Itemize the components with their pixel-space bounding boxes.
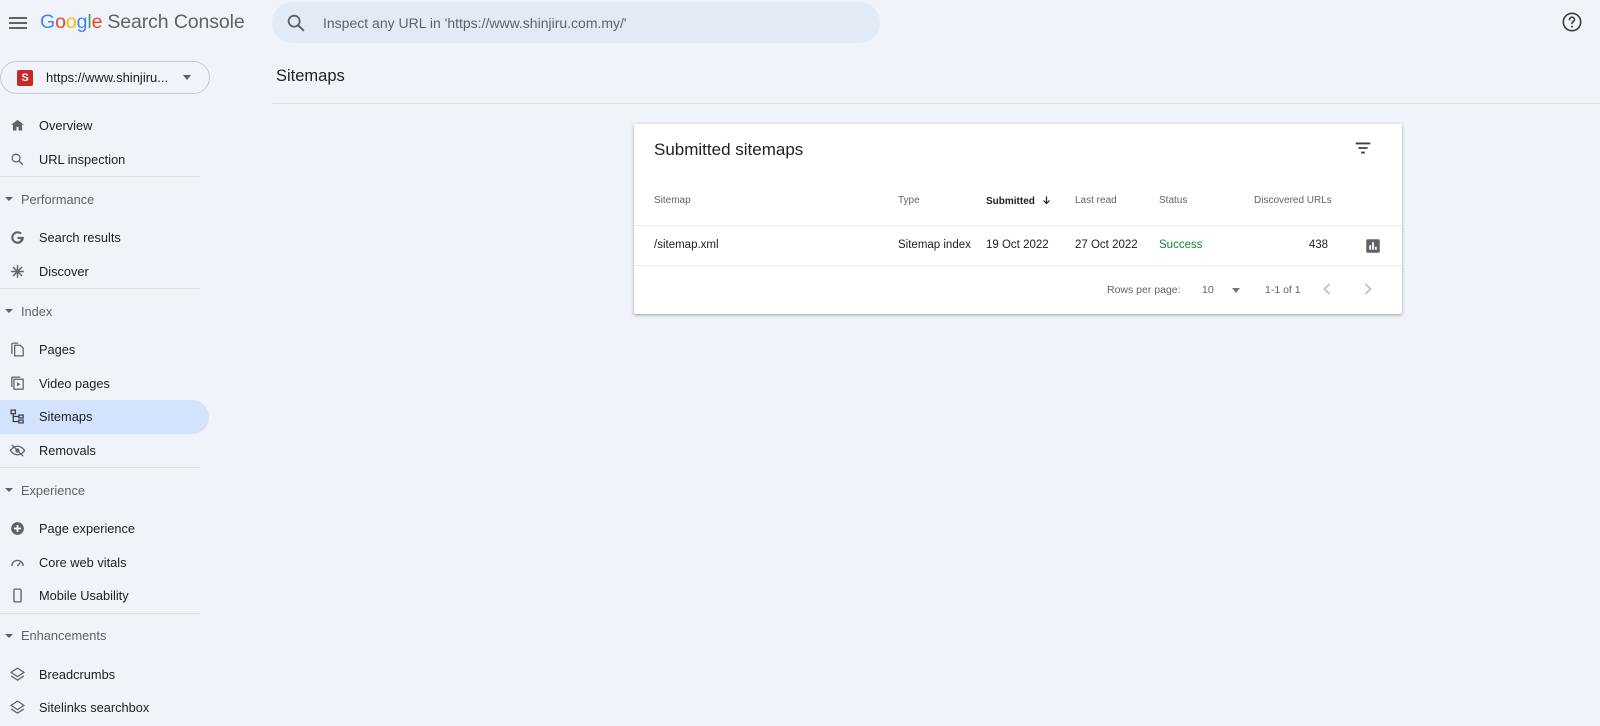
sidebar-item-label: Page experience [39, 521, 136, 537]
google-wordmark: Google [40, 11, 102, 33]
collapse-caret-icon [5, 633, 13, 638]
search-input[interactable] [323, 14, 863, 31]
sidebar-section-index[interactable]: Index [0, 289, 210, 333]
sidebar-section-enhancements[interactable]: Enhancements [0, 614, 210, 658]
bar-chart-report-icon[interactable] [1364, 237, 1382, 255]
help-circle-icon[interactable] [1561, 11, 1583, 33]
sidebar-item-video-pages[interactable]: Video pages [0, 367, 209, 401]
next-page-chevron-icon[interactable] [1356, 277, 1380, 301]
sidebar-item-core-web-vitals[interactable]: Core web vitals [0, 546, 209, 580]
collapse-caret-icon [5, 488, 13, 492]
sidebar-item-search-results[interactable]: Search results [0, 221, 209, 255]
sidebar-item-label: URL inspection [39, 151, 126, 167]
collapse-caret-icon [5, 197, 13, 201]
sidebar-item-sitelinks-searchbox[interactable]: Sitelinks searchbox [0, 691, 209, 725]
sidebar-item-label: Core web vitals [39, 554, 127, 570]
sidebar-item-label: Pages [39, 342, 76, 358]
column-header-last-read[interactable]: Last read [1075, 195, 1117, 206]
sidebar-item-removals[interactable]: Removals [0, 434, 209, 468]
sidebar-item-label: Discover [39, 263, 89, 279]
phone-icon [13, 588, 22, 603]
cell-type: Sitemap index [898, 239, 971, 251]
gauge-icon [11, 559, 24, 567]
property-favicon: S [17, 69, 33, 86]
sidebar-item-label: Search results [39, 230, 121, 246]
sidebar-section-experience[interactable]: Experience [0, 468, 210, 512]
cell-submitted: 19 Oct 2022 [986, 239, 1049, 251]
asterisk-icon [11, 264, 24, 278]
column-header-submitted-label: Submitted [986, 196, 1035, 207]
sidebar-item-page-experience[interactable]: Page experience [0, 512, 209, 546]
google-g-icon [11, 231, 24, 245]
pagination-range: 1-1 of 1 [1265, 284, 1301, 296]
hamburger-menu-icon[interactable] [6, 11, 30, 35]
sidebar-item-discover[interactable]: Discover [0, 255, 209, 289]
sidebar-item-url-inspection[interactable]: URL inspection [0, 143, 209, 177]
sidebar-item-label: Mobile Usability [39, 588, 129, 604]
dropdown-arrow-icon [1232, 288, 1240, 293]
title-divider [272, 103, 1600, 104]
logo-letter: G [40, 11, 56, 33]
sidebar-nav: Overview URL inspection Performance Search … [0, 109, 210, 725]
pages-copy-icon [11, 342, 24, 357]
sidebar-section-label: Experience [21, 482, 86, 498]
previous-page-chevron-icon[interactable] [1315, 277, 1339, 301]
sidebar-section-label: Enhancements [21, 628, 107, 643]
column-header-discovered-urls[interactable]: Discovered URLs [1254, 195, 1332, 206]
sidebar-item-mobile-usability[interactable]: Mobile Usability [0, 579, 209, 613]
sidebar-item-breadcrumbs[interactable]: Breadcrumbs [0, 658, 209, 692]
search-console-logo[interactable]: Google Search Console [40, 11, 245, 34]
table-row[interactable]: /sitemap.xml Sitemap index 19 Oct 2022 2… [634, 225, 1402, 266]
property-selector[interactable]: S https://www.shinjiru... [0, 61, 210, 94]
logo-letter: o [65, 11, 77, 33]
sidebar-item-label: Video pages [39, 375, 110, 391]
property-label: https://www.shinjiru... [46, 70, 169, 85]
eye-off-icon [9, 444, 26, 457]
layers-icon [9, 667, 26, 681]
video-pages-icon [11, 376, 24, 390]
sidebar-item-label: Sitelinks searchbox [39, 700, 150, 716]
rows-per-page-label: Rows per page: [1107, 284, 1181, 296]
rows-per-page-select[interactable]: 10 [1198, 278, 1254, 302]
logo-product-name: Search Console [107, 11, 245, 33]
filter-icon[interactable] [1352, 137, 1374, 159]
cell-status: Success [1159, 239, 1203, 251]
search-icon [11, 153, 24, 166]
rows-per-page-value: 10 [1202, 284, 1214, 296]
sidebar-section-label: Performance [21, 191, 95, 207]
card-title: Submitted sitemaps [654, 140, 804, 159]
url-inspection-search-bar[interactable] [272, 2, 880, 43]
submitted-sitemaps-card: Submitted sitemaps Sitemap Type Submitte… [634, 124, 1402, 314]
logo-letter: o [55, 11, 66, 33]
logo-letter: g [76, 11, 88, 33]
plus-circle-icon [11, 522, 24, 536]
sidebar-item-pages[interactable]: Pages [0, 333, 209, 367]
top-app-bar: Google Search Console [0, 0, 1600, 46]
logo-letter: e [91, 11, 103, 33]
sort-descending-arrow-icon [1042, 196, 1050, 205]
sidebar-item-sitemaps[interactable]: Sitemaps [0, 400, 209, 434]
column-header-type[interactable]: Type [898, 195, 920, 206]
home-icon [11, 120, 24, 131]
sidebar-section-label: Index [21, 303, 53, 319]
column-header-status[interactable]: Status [1159, 195, 1187, 206]
collapse-caret-icon [5, 309, 13, 313]
dropdown-arrow-icon [183, 75, 191, 80]
cell-sitemap: /sitemap.xml [654, 239, 719, 251]
page-title: Sitemaps [276, 67, 345, 85]
column-header-sitemap[interactable]: Sitemap [654, 195, 691, 206]
column-header-submitted[interactable]: Submitted [986, 195, 1052, 207]
layers-icon [9, 700, 26, 715]
table-pagination: Rows per page: 10 1-1 of 1 [634, 266, 1402, 314]
sidebar-item-label: Removals [39, 442, 96, 458]
cell-discovered-urls: 438 [1308, 239, 1328, 251]
sidebar-item-label: Breadcrumbs [39, 666, 116, 682]
search-icon[interactable] [285, 12, 307, 34]
sidebar-section-performance[interactable]: Performance [0, 177, 210, 221]
sidebar-item-label: Sitemaps [39, 409, 93, 425]
sidebar-item-label: Overview [39, 118, 93, 134]
sitemap-icon [10, 409, 24, 424]
sidebar-item-overview[interactable]: Overview [0, 109, 209, 143]
cell-last-read: 27 Oct 2022 [1075, 239, 1138, 251]
